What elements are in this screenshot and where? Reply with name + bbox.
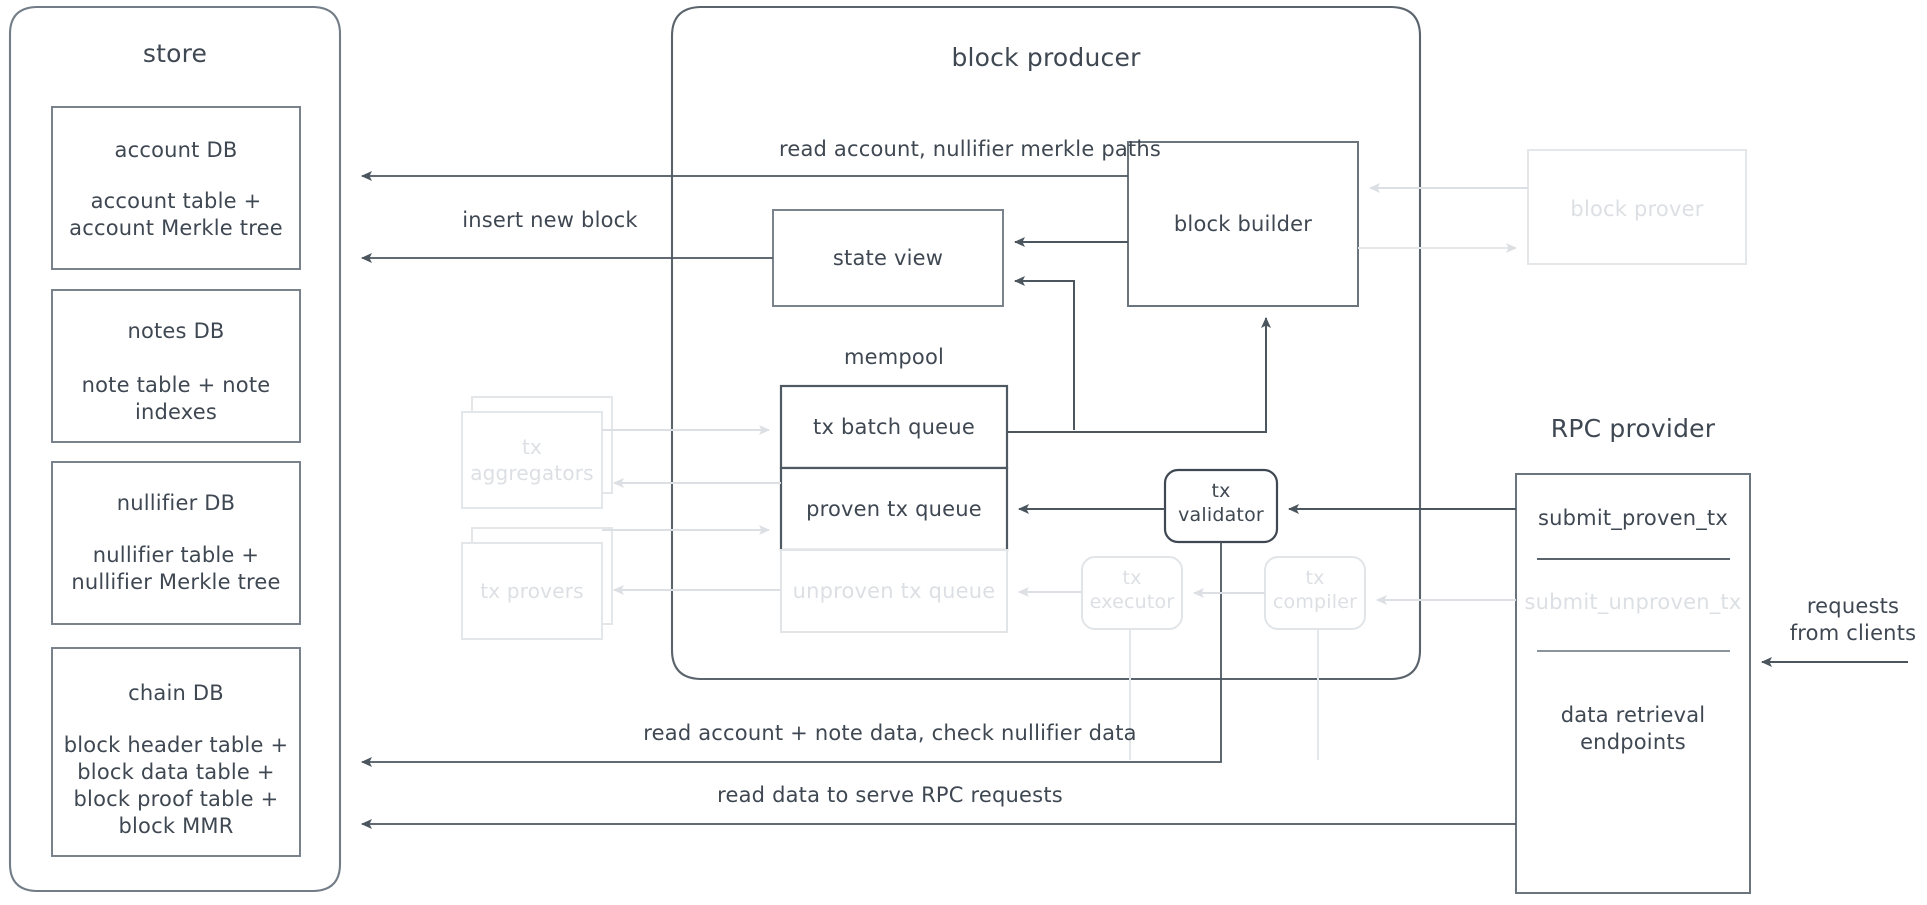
rpc-provider-box xyxy=(1515,473,1751,894)
edge-elbow-to-state-view xyxy=(1014,276,1075,430)
block-builder-box xyxy=(1127,141,1359,307)
state-view-box xyxy=(772,209,1004,307)
tx-validator-box xyxy=(1163,468,1279,544)
diagram-vector-layer xyxy=(8,5,1908,894)
tx-executor-box xyxy=(1081,556,1183,630)
edge-batch-queue-to-block-builder xyxy=(1007,317,1271,433)
tx-compiler-box xyxy=(1264,556,1366,630)
block-prover-box xyxy=(1527,149,1747,265)
tx-provers-stack xyxy=(461,527,613,640)
architecture-diagram: store account DB account table + account… xyxy=(0,0,1927,905)
tx-aggregators-stack xyxy=(461,396,613,509)
store-db-boxes xyxy=(51,106,301,857)
mempool-queue-stack xyxy=(779,384,1009,633)
